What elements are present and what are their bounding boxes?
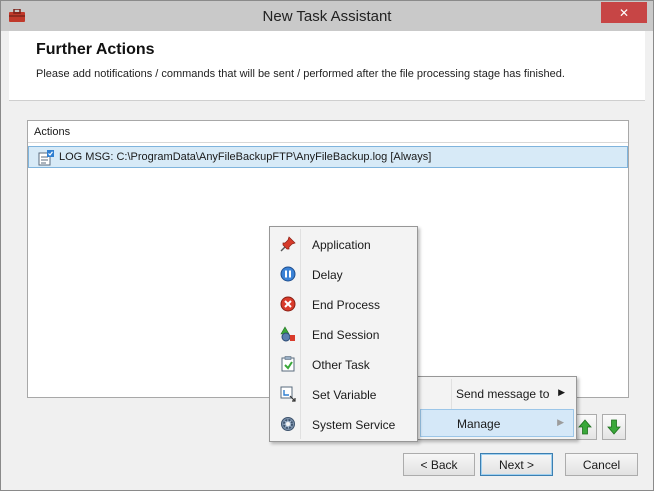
wizard-header: Further Actions Please add notifications…: [9, 31, 645, 101]
menu-item-label: End Process: [312, 298, 381, 312]
submenu-item-label: Manage: [457, 417, 501, 431]
close-button[interactable]: ✕: [601, 2, 647, 23]
actions-column-header[interactable]: Actions: [28, 121, 628, 143]
chevron-right-icon: ▶: [557, 417, 564, 427]
list-item-label: LOG MSG: C:\ProgramData\AnyFileBackupFTP…: [59, 151, 432, 163]
menu-item-label: System Service: [312, 418, 396, 432]
menu-item-end-session[interactable]: End Session: [272, 320, 415, 348]
arrow-down-icon: [607, 419, 621, 435]
send-message-menu-item[interactable]: Send message to ▶: [420, 380, 574, 408]
window-title: New Task Assistant: [262, 8, 392, 25]
chevron-right-icon: ▶: [558, 387, 565, 397]
menu-item-other-task[interactable]: Other Task: [272, 350, 415, 378]
submenu-item-label: Send message to: [456, 387, 550, 401]
next-button[interactable]: Next >: [480, 453, 553, 476]
add-action-submenu: Send message to ▶ Manage ▶: [417, 376, 577, 440]
pause-icon: [280, 266, 296, 282]
log-message-icon: [38, 150, 54, 166]
menu-item-set-variable[interactable]: Set Variable: [272, 380, 415, 408]
menu-item-system-service[interactable]: System Service: [272, 410, 415, 438]
list-item[interactable]: LOG MSG: C:\ProgramData\AnyFileBackupFTP…: [28, 146, 628, 168]
menu-item-label: Other Task: [312, 358, 370, 372]
new-task-assistant-window: New Task Assistant ✕ Further Actions Ple…: [0, 0, 654, 491]
page-description: Please add notifications / commands that…: [36, 68, 565, 80]
stop-icon: [280, 296, 296, 312]
menu-item-label: Application: [312, 238, 371, 252]
pushpin-icon: [280, 236, 296, 252]
close-icon: ✕: [618, 5, 630, 20]
variable-icon: [280, 386, 296, 402]
cancel-button[interactable]: Cancel: [565, 453, 638, 476]
manage-context-menu: Application Delay End Process End Sessio…: [269, 226, 418, 442]
gear-icon: [281, 417, 295, 431]
menu-item-label: Delay: [312, 268, 343, 282]
actions-column-label: Actions: [34, 126, 71, 138]
title-bar[interactable]: New Task Assistant ✕: [1, 1, 653, 31]
menu-item-application[interactable]: Application: [272, 230, 415, 258]
menu-item-end-process[interactable]: End Process: [272, 290, 415, 318]
manage-menu-item[interactable]: Manage ▶: [420, 409, 574, 437]
menu-item-label: Set Variable: [312, 388, 377, 402]
page-title: Further Actions: [36, 41, 155, 58]
menu-item-delay[interactable]: Delay: [272, 260, 415, 288]
logoff-icon: [280, 326, 295, 342]
arrow-up-icon: [578, 419, 592, 435]
task-icon: [281, 356, 295, 372]
move-down-button[interactable]: [602, 414, 626, 440]
menu-item-label: End Session: [312, 328, 380, 342]
back-button[interactable]: < Back: [403, 453, 475, 476]
